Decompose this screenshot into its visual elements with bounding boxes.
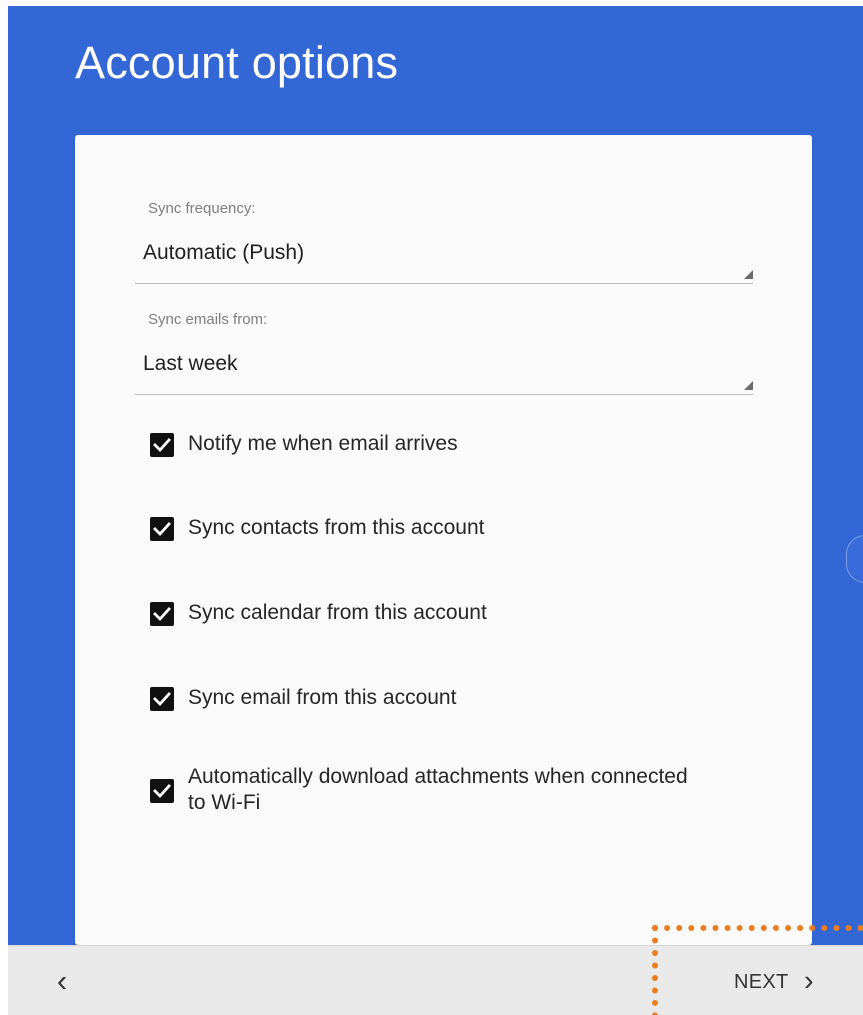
chevron-left-icon: ‹	[56, 963, 68, 998]
dropdown-corner-icon	[744, 270, 753, 279]
checkbox-checked-icon[interactable]	[150, 687, 174, 711]
sync-frequency-select[interactable]: Automatic (Push)	[135, 231, 753, 284]
download-attachments-label: Automatically download attachments when …	[188, 765, 688, 814]
checkbox-checked-icon[interactable]	[150, 517, 174, 541]
back-button[interactable]: ‹	[50, 965, 74, 996]
sync-frequency-label: Sync frequency:	[148, 200, 256, 217]
sync-emails-from-label: Sync emails from:	[148, 311, 268, 328]
notify-email-label: Notify me when email arrives	[188, 432, 458, 455]
checkbox-checked-icon[interactable]	[150, 433, 174, 457]
account-options-screen: Account options Sync frequency: Automati…	[0, 0, 863, 1015]
sync-calendar-label: Sync calendar from this account	[188, 601, 487, 624]
dropdown-corner-icon	[744, 381, 753, 390]
checkbox-checked-icon[interactable]	[150, 779, 174, 803]
sync-contacts-label: Sync contacts from this account	[188, 516, 485, 539]
sync-email-option[interactable]: Sync email from this account	[148, 685, 748, 715]
page-title: Account options	[75, 37, 399, 88]
sync-frequency-value: Automatic (Push)	[143, 241, 305, 264]
sync-contacts-option[interactable]: Sync contacts from this account	[148, 515, 748, 545]
download-attachments-option[interactable]: Automatically download attachments when …	[148, 764, 748, 818]
sync-emails-from-select[interactable]: Last week	[135, 342, 753, 395]
chevron-right-icon: ›	[804, 965, 814, 997]
sync-emails-from-value: Last week	[143, 352, 238, 375]
next-button-label: NEXT	[734, 971, 789, 993]
sync-email-label: Sync email from this account	[188, 686, 457, 709]
checkbox-checked-icon[interactable]	[150, 602, 174, 626]
notify-email-option[interactable]: Notify me when email arrives	[148, 431, 748, 461]
next-button[interactable]: NEXT ›	[734, 965, 814, 997]
bottom-navigation-bar: ‹ NEXT ›	[8, 945, 863, 1015]
sync-calendar-option[interactable]: Sync calendar from this account	[148, 600, 748, 630]
